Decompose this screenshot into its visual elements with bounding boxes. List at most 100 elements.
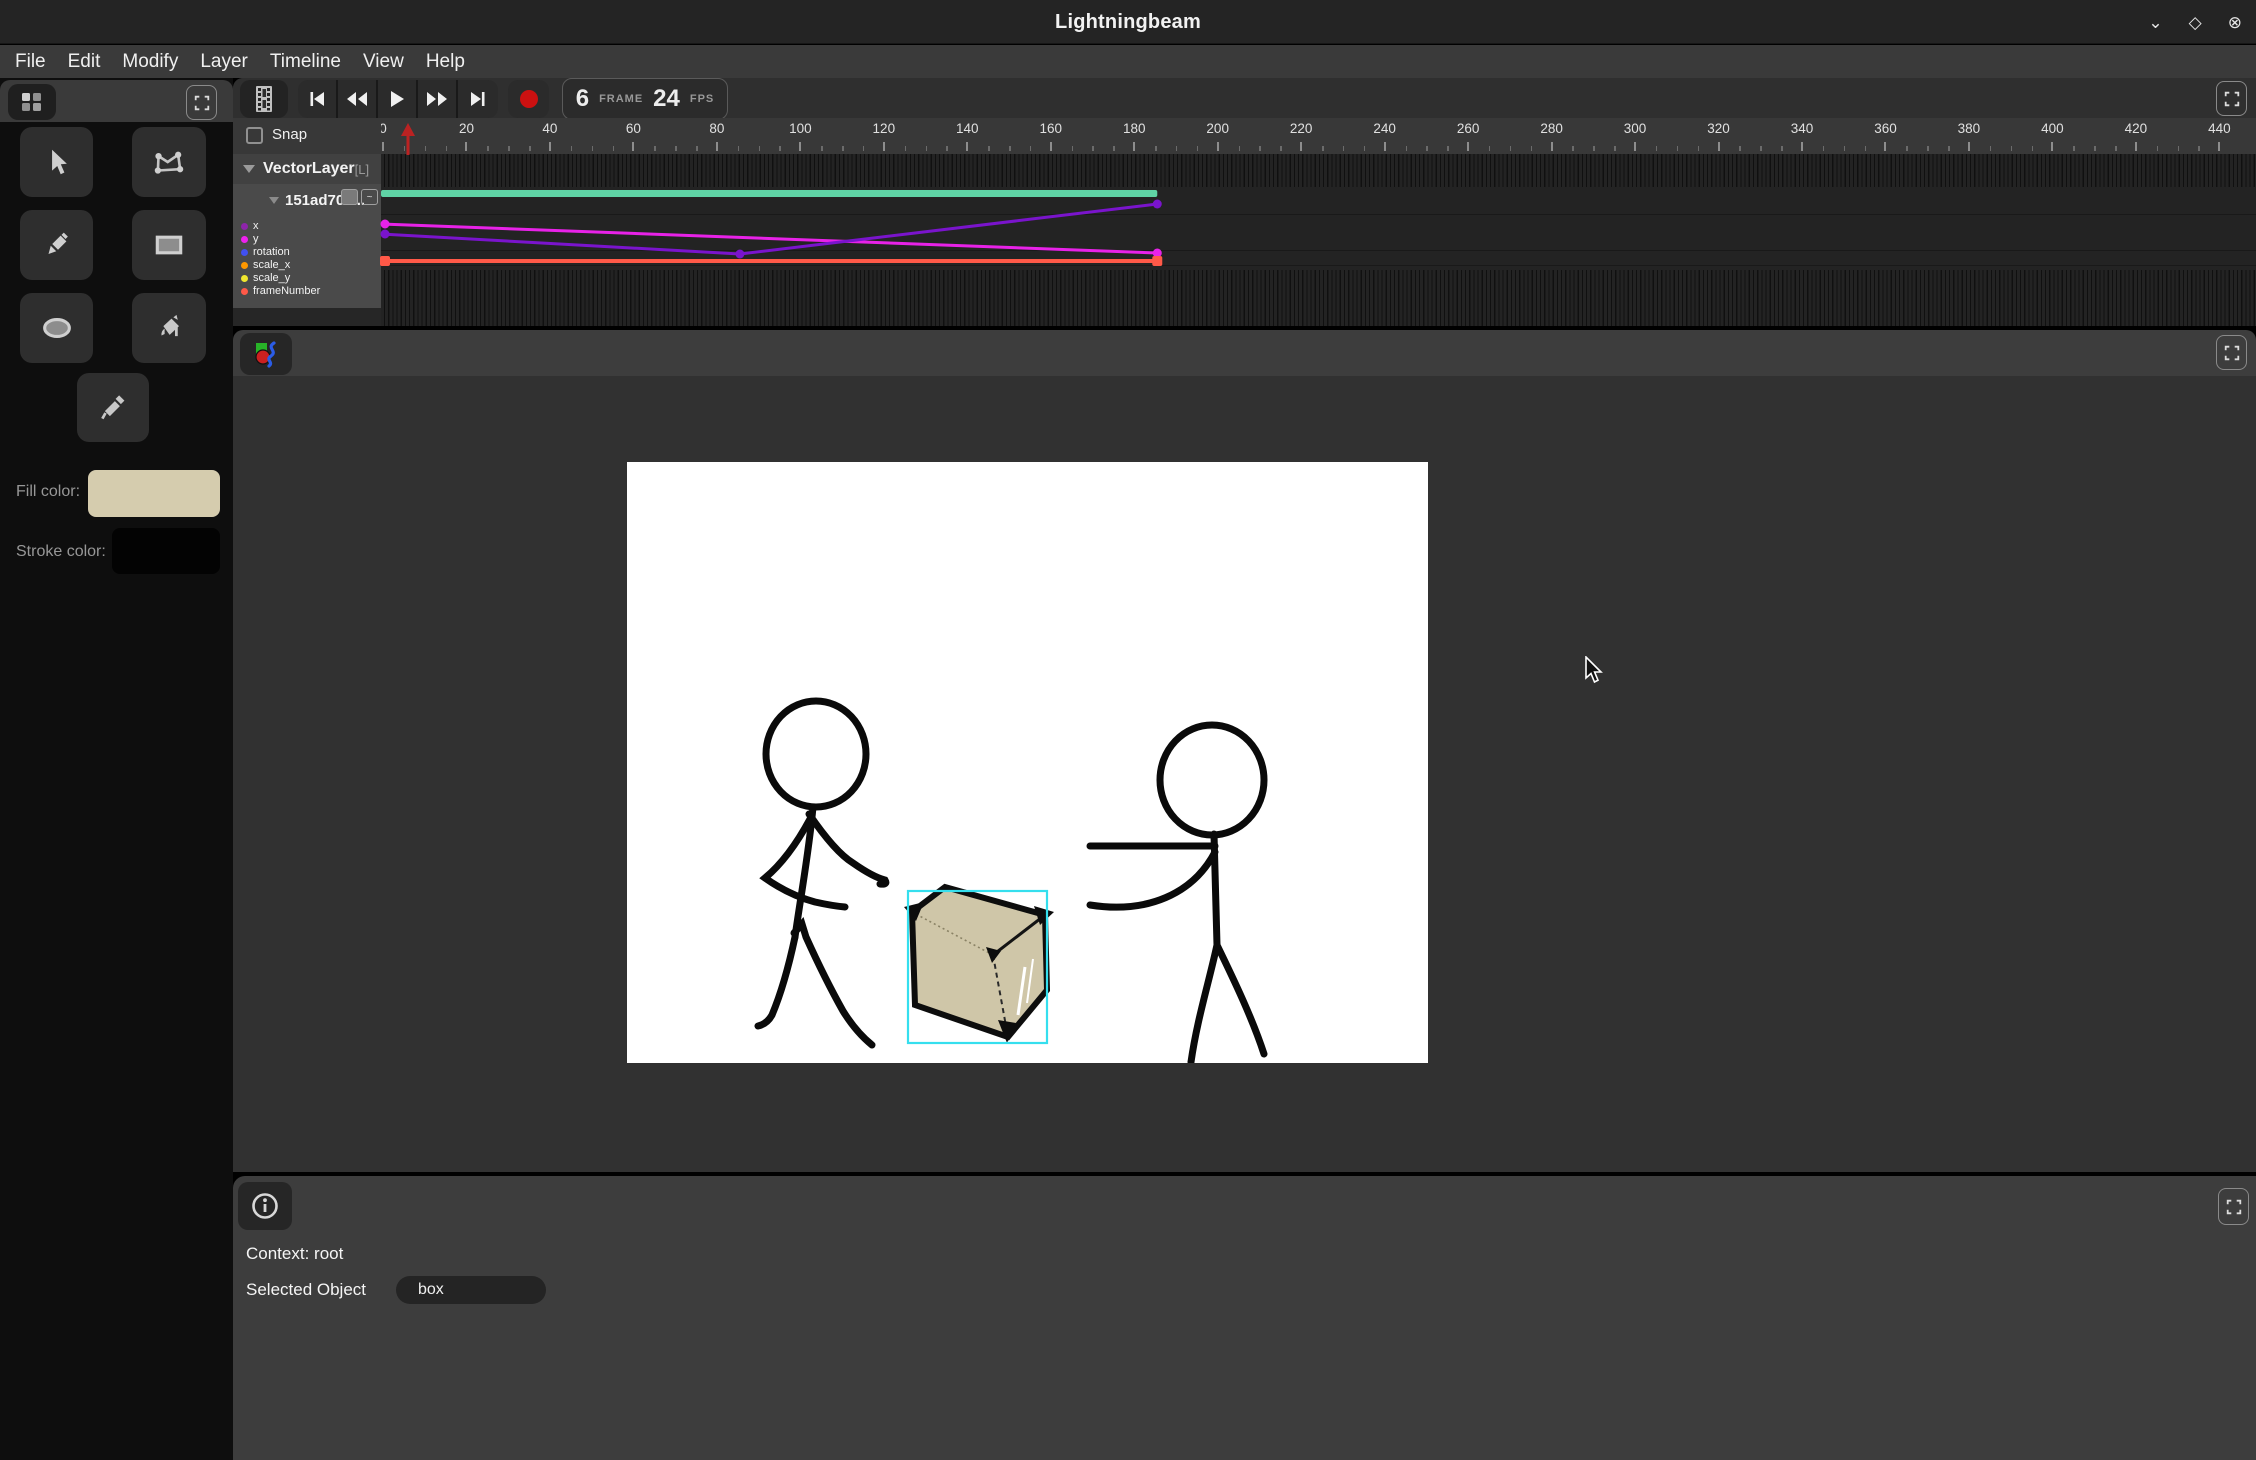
expand-icon <box>2225 1198 2243 1216</box>
property-color-dot <box>241 236 248 243</box>
skip-to-end-button[interactable] <box>458 80 498 118</box>
property-row-x[interactable]: x <box>241 220 320 233</box>
close-icon[interactable]: ⊗ <box>2228 14 2242 31</box>
property-row-frameNumber[interactable]: frameNumber <box>241 285 320 298</box>
select-tool-button[interactable] <box>20 127 93 197</box>
chevron-down-icon[interactable] <box>269 197 279 204</box>
maximize-icon[interactable]: ◇ <box>2189 14 2202 31</box>
canvas-area[interactable] <box>233 376 2256 1172</box>
stage-canvas[interactable] <box>627 462 1428 1063</box>
ruler-label: 200 <box>1206 121 1229 136</box>
frame-label: FRAME <box>599 93 643 105</box>
property-color-dot <box>241 223 248 230</box>
timeline-ruler[interactable]: 0204060801001201401601802002202402602803… <box>381 118 2256 154</box>
menu-item-view[interactable]: View <box>352 45 415 78</box>
keyframe-x-f186[interactable] <box>1153 200 1162 209</box>
film-roll-button[interactable] <box>240 80 288 118</box>
selected-object-label: Selected Object <box>246 1280 366 1300</box>
record-icon <box>520 90 538 108</box>
selected-object-dropdown[interactable]: box <box>396 1276 546 1304</box>
transport-bar: 6 FRAME 24 FPS <box>233 78 2256 118</box>
frame-fps-display: 6 FRAME 24 FPS <box>562 78 728 120</box>
eyedropper-tool-button[interactable] <box>77 373 149 442</box>
scene-tab-button[interactable] <box>240 333 292 375</box>
property-name: scale_y <box>253 273 290 284</box>
info-button[interactable] <box>238 1182 292 1230</box>
property-row-scale_x[interactable]: scale_x <box>241 259 320 272</box>
ellipse-icon <box>40 315 74 341</box>
property-name: y <box>253 234 259 245</box>
menu-item-timeline[interactable]: Timeline <box>259 45 352 78</box>
layer-span-bar[interactable] <box>381 190 1157 197</box>
property-name: frameNumber <box>253 286 320 297</box>
menu-item-file[interactable]: File <box>4 45 57 78</box>
object-tilde-button[interactable]: ~ <box>361 189 378 205</box>
playhead[interactable] <box>400 122 416 155</box>
animation-curves[interactable] <box>381 154 2256 326</box>
rewind-button[interactable] <box>338 80 378 118</box>
stick-figure-left <box>758 701 886 1045</box>
property-row-y[interactable]: y <box>241 233 320 246</box>
object-swatch-button[interactable] <box>341 189 358 205</box>
object-row[interactable]: 151ad70a... <box>233 188 381 212</box>
record-button[interactable] <box>508 80 549 118</box>
app-window: Lightningbeam ⌄ ◇ ⊗ FileEditModifyLayerTim… <box>0 0 2256 1460</box>
keyframe-frameNumber-f0[interactable] <box>380 256 390 266</box>
stroke-color-swatch[interactable] <box>112 528 220 574</box>
rewind-icon <box>346 91 368 107</box>
tools-panel: Fill color: Stroke color: <box>0 78 233 1460</box>
ruler-label: 20 <box>459 121 474 136</box>
stage-drawing <box>627 462 1428 1063</box>
property-color-dot <box>241 262 248 269</box>
menu-item-modify[interactable]: Modify <box>111 45 189 78</box>
grid-icon <box>19 91 45 113</box>
property-name: x <box>253 221 259 232</box>
pencil-icon <box>42 230 72 260</box>
skip-to-end-icon <box>469 91 487 107</box>
layer-row-vectorlayer[interactable]: VectorLayer [L] <box>233 154 381 184</box>
film-roll-icon <box>254 85 274 113</box>
property-color-dot <box>241 275 248 282</box>
title-bar: Lightningbeam ⌄ ◇ ⊗ <box>0 0 2256 44</box>
ellipse-tool-button[interactable] <box>20 293 93 363</box>
ruler-label: 340 <box>1791 121 1814 136</box>
tools-expand-button[interactable] <box>186 85 217 120</box>
menu-item-edit[interactable]: Edit <box>57 45 112 78</box>
ruler-label: 80 <box>709 121 724 136</box>
ruler-label: 240 <box>1373 121 1396 136</box>
property-row-rotation[interactable]: rotation <box>241 246 320 259</box>
inspector-expand-button[interactable] <box>2218 1188 2249 1225</box>
timeline-expand-button[interactable] <box>2216 81 2247 116</box>
keyframe-y-f0[interactable] <box>381 220 390 229</box>
window-title: Lightningbeam <box>0 0 2256 44</box>
ruler-label: 120 <box>873 121 896 136</box>
skip-to-start-button[interactable] <box>298 80 338 118</box>
menu-item-layer[interactable]: Layer <box>189 45 259 78</box>
menu-item-help[interactable]: Help <box>415 45 476 78</box>
scene-shapes-icon <box>252 340 280 368</box>
curve-y[interactable] <box>381 224 1157 253</box>
keyframe-x-f0[interactable] <box>381 230 390 239</box>
keyframe-frameNumber-f186[interactable] <box>1152 256 1162 266</box>
chevron-down-icon[interactable] <box>243 165 255 173</box>
keyframe-x-f86[interactable] <box>735 250 744 259</box>
snap-checkbox[interactable] <box>246 127 263 144</box>
fill-color-swatch[interactable] <box>88 470 220 517</box>
paint-bucket-tool-button[interactable] <box>132 293 206 363</box>
minimize-icon[interactable]: ⌄ <box>2148 14 2162 31</box>
layer-object-block: 151ad70a... ~ xyrotationscale_xscale_yfr… <box>233 184 381 308</box>
rectangle-tool-button[interactable] <box>132 210 206 280</box>
panel-grid-button[interactable] <box>8 84 56 120</box>
fast-forward-icon <box>426 91 448 107</box>
canvas-expand-button[interactable] <box>2216 335 2247 370</box>
inspector-panel: Context: root Selected Object box <box>233 1176 2256 1460</box>
canvas-tab-strip <box>233 330 2256 376</box>
property-color-dot <box>241 249 248 256</box>
pencil-tool-button[interactable] <box>20 210 93 280</box>
property-row-scale_y[interactable]: scale_y <box>241 272 320 285</box>
tools-panel-header <box>0 80 233 122</box>
fast-forward-button[interactable] <box>418 80 458 118</box>
play-button[interactable] <box>378 80 418 118</box>
ruler-label: 320 <box>1707 121 1730 136</box>
transform-path-tool-button[interactable] <box>132 127 206 197</box>
